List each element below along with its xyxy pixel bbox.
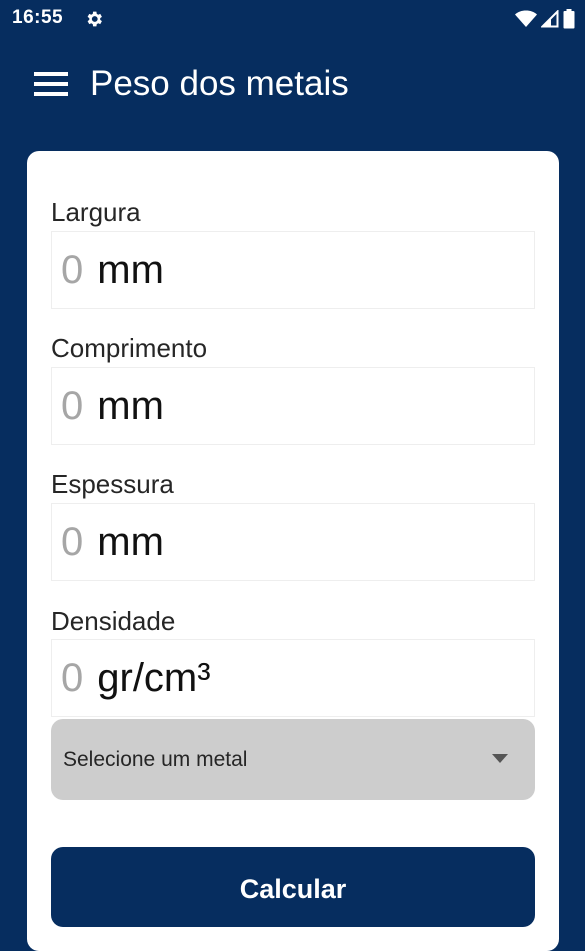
- cellular-signal-icon: [541, 10, 559, 28]
- dropdown-arrow-icon: [492, 754, 508, 763]
- status-icons: [515, 8, 575, 30]
- espessura-placeholder: 0: [61, 520, 84, 564]
- metal-select[interactable]: Selecione um metal: [51, 719, 535, 800]
- calculate-button-label: Calcular: [239, 874, 347, 904]
- largura-unit: mm: [97, 248, 164, 292]
- comprimento-placeholder: 0: [61, 384, 84, 428]
- metal-select-value: Selecione um metal: [63, 748, 248, 771]
- densidade-input[interactable]: 0 gr/cm³: [51, 639, 535, 717]
- densidade-unit: gr/cm³: [97, 656, 211, 700]
- largura-placeholder: 0: [61, 248, 84, 292]
- status-time: 16:55: [12, 7, 64, 28]
- settings-gear-icon: [87, 11, 102, 27]
- calculate-button[interactable]: Calcular: [51, 847, 535, 927]
- app-bar: Peso dos metais: [0, 38, 585, 130]
- comprimento-input[interactable]: 0 mm: [51, 367, 535, 445]
- wifi-icon: [515, 10, 537, 27]
- status-bar: 16:55: [0, 0, 585, 38]
- largura-label: Largura: [51, 197, 141, 227]
- battery-icon: [563, 9, 575, 29]
- comprimento-label: Comprimento: [51, 333, 208, 363]
- espessura-label: Espessura: [51, 469, 174, 499]
- comprimento-unit: mm: [97, 384, 164, 428]
- densidade-placeholder: 0: [61, 656, 84, 700]
- hamburger-menu-icon[interactable]: [34, 70, 68, 98]
- largura-input[interactable]: 0 mm: [51, 231, 535, 309]
- form-card: Largura 0 mm Comprimento 0 mm Espessura …: [27, 151, 559, 951]
- espessura-unit: mm: [97, 520, 164, 564]
- densidade-label: Densidade: [51, 606, 176, 636]
- app-title: Peso dos metais: [90, 64, 349, 103]
- espessura-input[interactable]: 0 mm: [51, 503, 535, 581]
